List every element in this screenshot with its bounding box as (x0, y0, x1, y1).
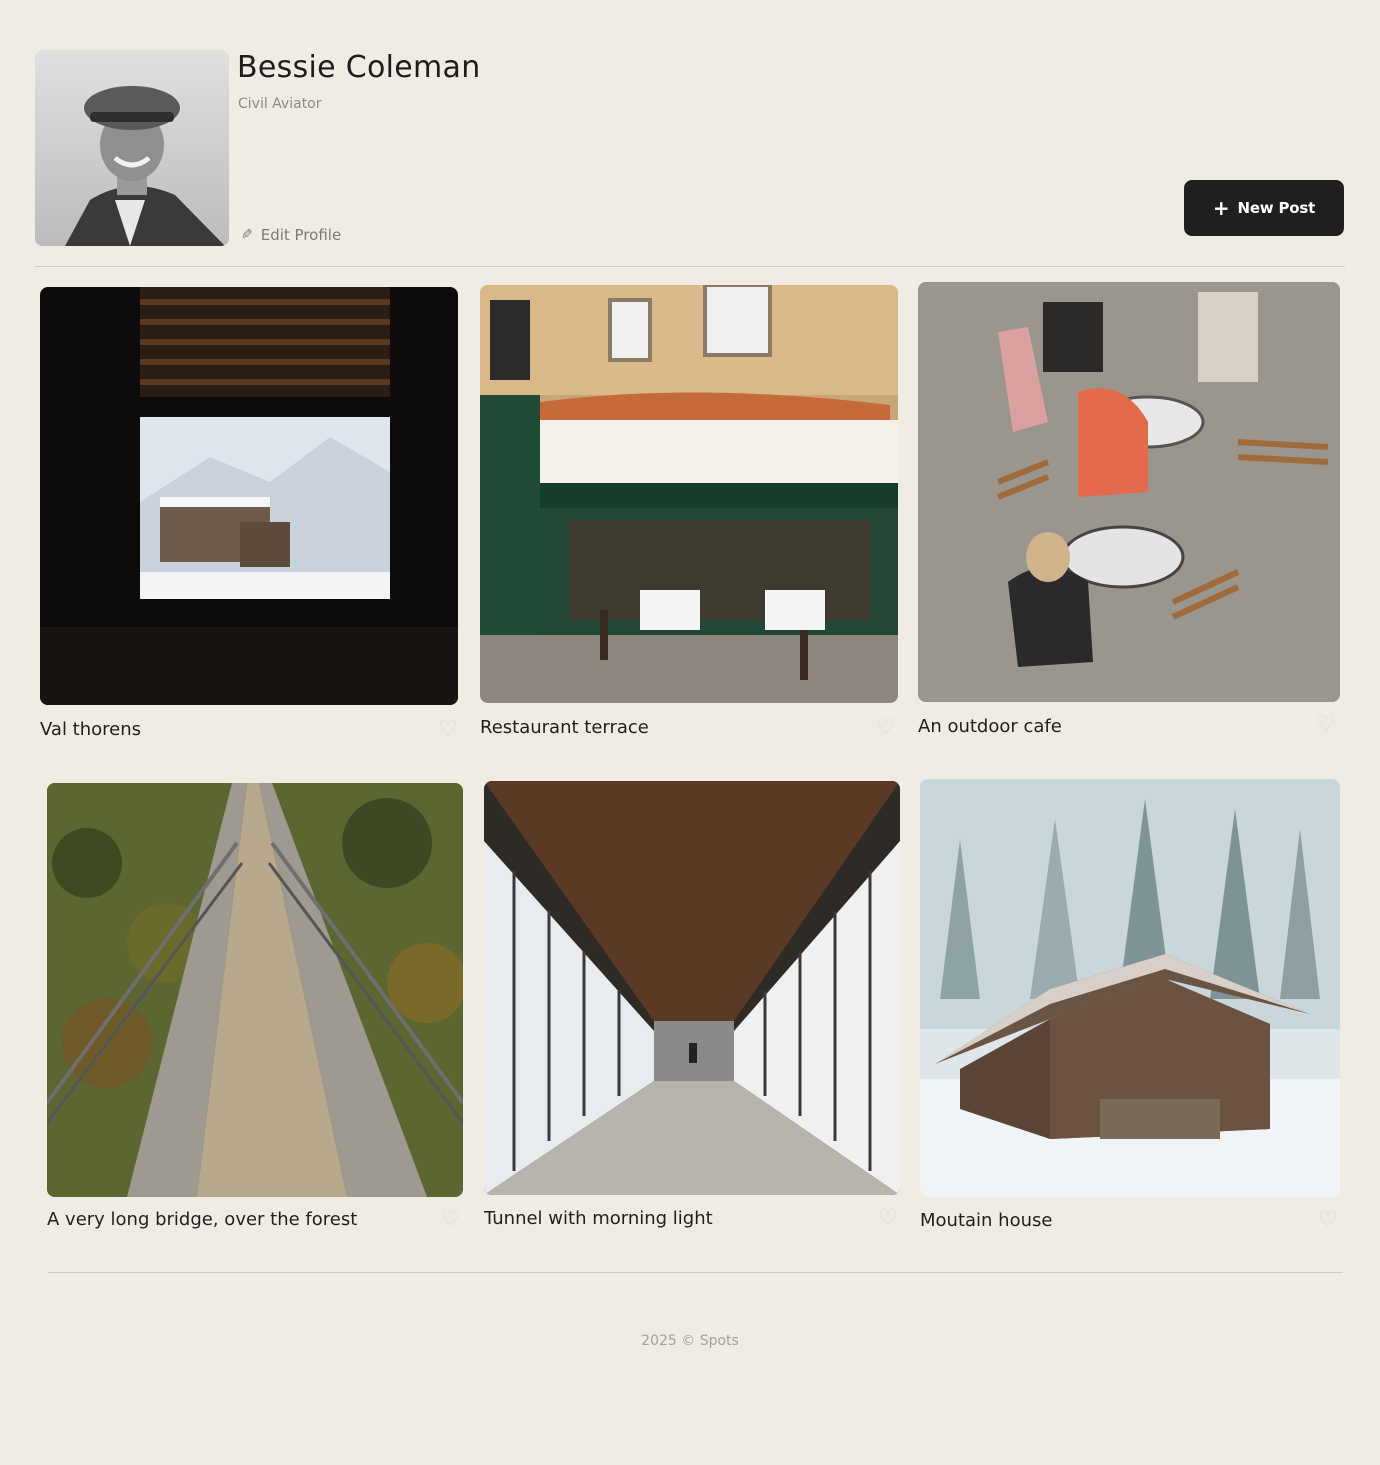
like-heart-icon[interactable]: ♡ (1318, 1210, 1338, 1232)
new-post-button[interactable]: + New Post (1184, 180, 1344, 236)
pencil-icon: ✎ (241, 227, 253, 243)
card[interactable]: Restaurant terrace ♡ (480, 285, 900, 745)
card-title: An outdoor cafe (918, 716, 1062, 737)
profile-name: Bessie Coleman (237, 50, 481, 85)
card-image[interactable] (47, 783, 463, 1197)
like-heart-icon[interactable]: ♡ (878, 1208, 898, 1230)
like-heart-icon[interactable]: ♡ (438, 719, 458, 741)
avatar (35, 50, 229, 246)
profile-description: Civil Aviator (238, 96, 322, 112)
profile-section: Bessie Coleman Civil Aviator ✎ Edit Prof… (35, 50, 1345, 250)
edit-profile-button[interactable]: ✎ Edit Profile (241, 226, 341, 244)
footer-divider (48, 1272, 1343, 1273)
edit-profile-label: Edit Profile (260, 226, 342, 244)
snow-cabin-image (920, 779, 1340, 1197)
card-title: Restaurant terrace (480, 717, 649, 738)
card[interactable]: Tunnel with morning light ♡ (484, 781, 902, 1241)
like-heart-icon[interactable]: ♡ (1316, 714, 1336, 736)
card[interactable]: An outdoor cafe ♡ (918, 282, 1342, 742)
card-title: Tunnel with morning light (484, 1208, 713, 1229)
card-image[interactable] (918, 282, 1340, 702)
footer-text: 2025 © Spots (641, 1333, 739, 1349)
card[interactable]: Val thorens ♡ (40, 287, 460, 747)
card-image[interactable] (920, 779, 1340, 1197)
card[interactable]: Moutain house ♡ (920, 779, 1342, 1239)
card-image[interactable] (40, 287, 458, 705)
card-title: A very long bridge, over the forest (47, 1209, 358, 1230)
card[interactable]: A very long bridge, over the forest ♡ (47, 783, 465, 1243)
new-post-label: New Post (1237, 199, 1316, 217)
like-heart-icon[interactable]: ♡ (441, 1209, 461, 1231)
card-image[interactable] (480, 285, 898, 703)
paris-restaurant-image (480, 285, 898, 703)
like-heart-icon[interactable]: ♡ (876, 717, 896, 739)
card-image[interactable] (484, 781, 900, 1195)
plus-icon: + (1212, 196, 1230, 220)
card-title: Moutain house (920, 1210, 1053, 1231)
outdoor-cafe-image (918, 282, 1340, 702)
profile-divider (35, 266, 1345, 267)
suspension-bridge-image (47, 783, 463, 1197)
avatar-photo (35, 50, 229, 246)
glass-tunnel-image (484, 781, 900, 1195)
window-snow-view-image (40, 287, 458, 705)
card-title: Val thorens (40, 719, 142, 740)
